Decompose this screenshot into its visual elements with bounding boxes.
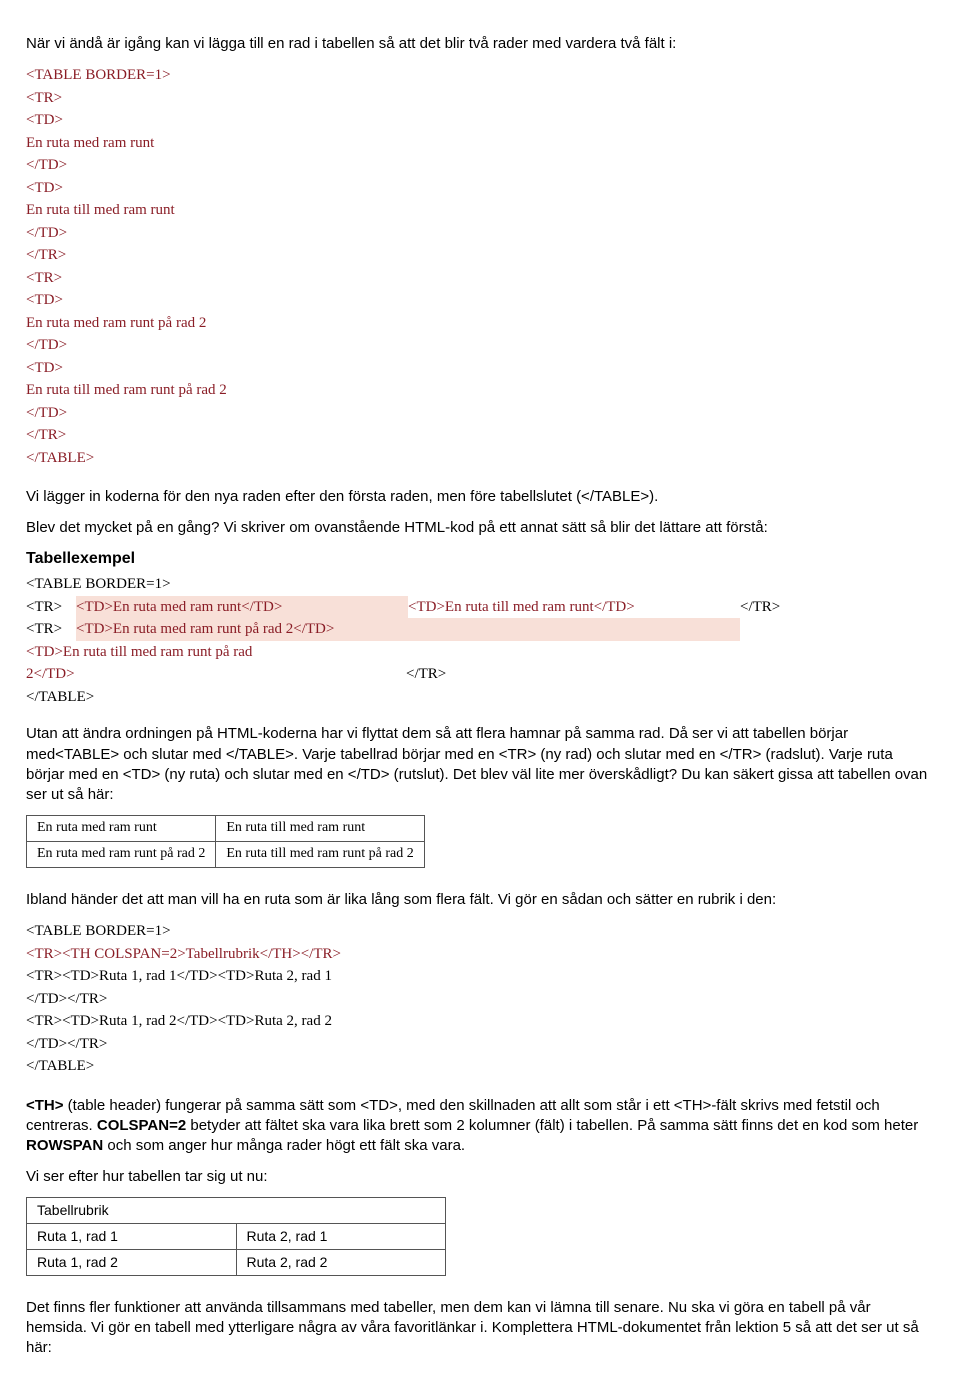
intro-paragraph: När vi ändå är igång kan vi lägga till e… xyxy=(26,34,934,54)
tx-r2-td2a: <TD>En ruta till med ram runt på rad xyxy=(26,641,254,664)
tx-open: <TABLE BORDER=1> xyxy=(26,573,173,596)
table-row: Tabellrubrik xyxy=(27,1197,446,1223)
code-block-2: <TABLE BORDER=1> <TR><TH COLSPAN=2>Tabel… xyxy=(26,920,934,1078)
th-bold: <TH> xyxy=(26,1097,64,1114)
th-explain-paragraph: <TH> (table header) fungerar på samma sä… xyxy=(26,1096,934,1157)
ibland-paragraph: Ibland händer det att man vill ha en rut… xyxy=(26,890,934,910)
tx-r2-td1: <TD>En ruta med ram runt på rad 2</TD> xyxy=(76,618,408,641)
tx-r1-td2: <TD>En ruta till med ram runt</TD> xyxy=(408,596,740,619)
tx-r1-td1: <TD>En ruta med ram runt</TD> xyxy=(76,596,408,619)
table-row: En ruta med ram runt En ruta till med ra… xyxy=(27,816,425,842)
table-cell: En ruta med ram runt på rad 2 xyxy=(27,842,216,868)
table-cell: Ruta 1, rad 2 xyxy=(27,1249,237,1275)
table-row: En ruta med ram runt på rad 2 En ruta ti… xyxy=(27,842,425,868)
table-cell: En ruta till med ram runt xyxy=(216,816,424,842)
table-cell: En ruta till med ram runt på rad 2 xyxy=(216,842,424,868)
code-block-1: <TABLE BORDER=1> <TR> <TD> En ruta med r… xyxy=(26,64,934,469)
mycket-paragraph: Blev det mycket på en gång? Vi skriver o… xyxy=(26,518,934,538)
tx-r1-tr-open: <TR> xyxy=(26,596,76,619)
final-paragraph: Det finns fler funktioner att använda ti… xyxy=(26,1298,934,1359)
tabellexempel-heading: Tabellexempel xyxy=(26,548,934,570)
table-header-cell: Tabellrubrik xyxy=(27,1197,446,1223)
tx-r2-tr-open: <TR> xyxy=(26,618,76,641)
table-example-block: <TABLE BORDER=1> <TR> <TD>En ruta med ra… xyxy=(26,573,934,708)
tx-r2-spacer xyxy=(408,618,740,641)
rowspan-bold: ROWSPAN xyxy=(26,1137,103,1154)
table-cell: Ruta 2, rad 1 xyxy=(236,1223,446,1249)
viser-paragraph: Vi ser efter hur tabellen tar sig ut nu: xyxy=(26,1167,934,1187)
table-cell: Ruta 1, rad 1 xyxy=(27,1223,237,1249)
tx-r2-td2b: 2</TD> xyxy=(26,663,406,686)
table-row: Ruta 1, rad 1 Ruta 2, rad 1 xyxy=(27,1223,446,1249)
tx-r2-tr-close: </TR> xyxy=(406,663,448,686)
tx-close: </TABLE> xyxy=(26,686,96,709)
after-code1-paragraph: Vi lägger in koderna för den nya raden e… xyxy=(26,487,934,507)
utan-paragraph: Utan att ändra ordningen på HTML-koderna… xyxy=(26,724,934,805)
rendered-table-2: Tabellrubrik Ruta 1, rad 1 Ruta 2, rad 1… xyxy=(26,1197,446,1276)
table-cell: En ruta med ram runt xyxy=(27,816,216,842)
table-cell: Ruta 2, rad 2 xyxy=(236,1249,446,1275)
colspan-bold: COLSPAN=2 xyxy=(97,1117,186,1134)
rendered-table-1: En ruta med ram runt En ruta till med ra… xyxy=(26,815,425,868)
tx-r1-tr-close: </TR> xyxy=(740,596,782,619)
table-row: Ruta 1, rad 2 Ruta 2, rad 2 xyxy=(27,1249,446,1275)
